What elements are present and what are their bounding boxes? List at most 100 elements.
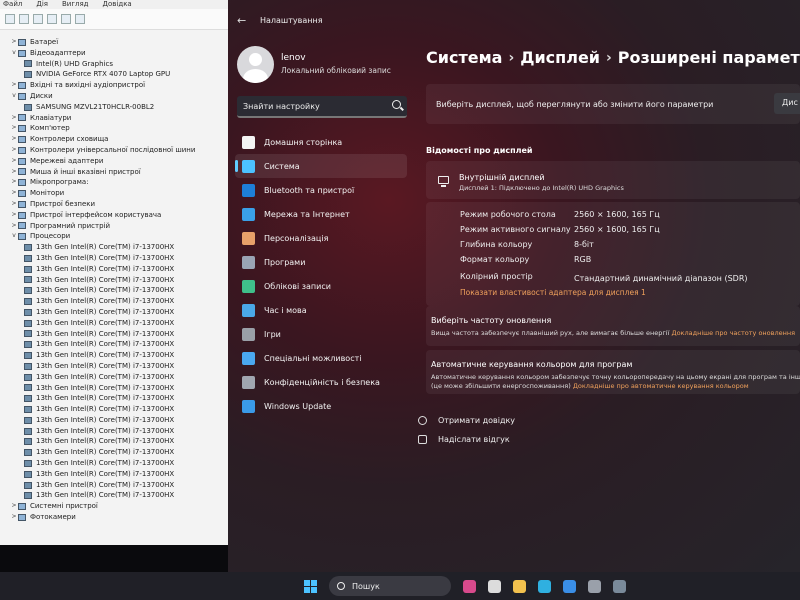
settings-icon[interactable] xyxy=(588,579,601,593)
properties-icon[interactable] xyxy=(33,14,43,24)
collapsed-chevron-icon[interactable]: > xyxy=(10,177,18,188)
device-category[interactable]: > Вхідні та вихідні аудіопристрої xyxy=(0,80,232,91)
nav-item[interactable]: Windows Update xyxy=(235,394,407,418)
feedback-link[interactable]: Надіслати відгук xyxy=(418,435,510,444)
collapsed-chevron-icon[interactable]: > xyxy=(10,80,18,91)
device-category[interactable]: v Процесори xyxy=(0,231,232,242)
device-item[interactable]: SAMSUNG MZVL21T0HCLR-00BL2 xyxy=(0,102,232,113)
device-item[interactable]: 13th Gen Intel(R) Core(TM) i7-13700HX xyxy=(0,447,232,458)
device-item[interactable]: 13th Gen Intel(R) Core(TM) i7-13700HX xyxy=(0,393,232,404)
device-item[interactable]: 13th Gen Intel(R) Core(TM) i7-13700HX xyxy=(0,339,232,350)
nav-item[interactable]: Час і мова xyxy=(235,298,407,322)
nav-item[interactable]: Мережа та Інтернет xyxy=(235,202,407,226)
device-category[interactable]: > Контролери сховища xyxy=(0,134,232,145)
menu-file[interactable]: Файл xyxy=(3,0,22,9)
expanded-chevron-icon[interactable]: v xyxy=(10,231,18,242)
collapsed-chevron-icon[interactable]: > xyxy=(10,221,18,232)
collapsed-chevron-icon[interactable]: > xyxy=(10,156,18,167)
device-item[interactable]: 13th Gen Intel(R) Core(TM) i7-13700HX xyxy=(0,285,232,296)
scan-hardware-icon[interactable] xyxy=(75,14,85,24)
breadcrumb-display[interactable]: Дисплей xyxy=(520,48,600,67)
pen-icon[interactable] xyxy=(463,579,476,593)
edge-icon[interactable] xyxy=(538,579,551,593)
device-category[interactable]: > Фотокамери xyxy=(0,512,232,523)
device-item[interactable]: 13th Gen Intel(R) Core(TM) i7-13700HX xyxy=(0,490,232,501)
help-icon[interactable] xyxy=(47,14,57,24)
adapter-properties-link[interactable]: Показати властивості адаптера для диспле… xyxy=(460,288,646,297)
device-item[interactable]: 13th Gen Intel(R) Core(TM) i7-13700HX xyxy=(0,361,232,372)
menu-view[interactable]: Вигляд xyxy=(62,0,89,9)
update-driver-icon[interactable] xyxy=(61,14,71,24)
device-item[interactable]: 13th Gen Intel(R) Core(TM) i7-13700HX xyxy=(0,469,232,480)
taskbar-search[interactable]: Пошук xyxy=(329,576,451,596)
device-item[interactable]: 13th Gen Intel(R) Core(TM) i7-13700HX xyxy=(0,415,232,426)
nav-item[interactable]: Програми xyxy=(235,250,407,274)
expanded-chevron-icon[interactable]: v xyxy=(10,48,18,59)
nav-item[interactable]: Персоналізація xyxy=(235,226,407,250)
device-category[interactable]: > Програмний пристрій xyxy=(0,221,232,232)
back-icon[interactable] xyxy=(5,14,15,24)
windows-start-icon[interactable] xyxy=(304,579,317,593)
expanded-chevron-icon[interactable]: v xyxy=(10,91,18,102)
file-explorer-icon[interactable] xyxy=(513,579,526,593)
device-item[interactable]: 13th Gen Intel(R) Core(TM) i7-13700HX xyxy=(0,242,232,253)
device-category[interactable]: > Мережеві адаптери xyxy=(0,156,232,167)
refresh-rate-card[interactable]: Виберіть частоту оновлення Вища частота … xyxy=(426,306,800,346)
collapsed-chevron-icon[interactable]: > xyxy=(10,113,18,124)
collapsed-chevron-icon[interactable]: > xyxy=(10,37,18,48)
device-item[interactable]: 13th Gen Intel(R) Core(TM) i7-13700HX xyxy=(0,404,232,415)
nav-item[interactable]: Домашня сторінка xyxy=(235,130,407,154)
back-arrow-icon[interactable]: ← xyxy=(237,14,251,27)
collapsed-chevron-icon[interactable]: > xyxy=(10,188,18,199)
collapsed-chevron-icon[interactable]: > xyxy=(10,512,18,523)
task-view-icon[interactable] xyxy=(488,579,501,593)
device-item[interactable]: 13th Gen Intel(R) Core(TM) i7-13700HX xyxy=(0,426,232,437)
nav-item[interactable]: Облікові записи xyxy=(235,274,407,298)
device-category[interactable]: > Комп'ютер xyxy=(0,123,232,134)
breadcrumb-system[interactable]: Система xyxy=(426,48,502,67)
device-category[interactable]: > Миша й інші вказівні пристрої xyxy=(0,167,232,178)
device-category[interactable]: v Диски xyxy=(0,91,232,102)
device-manager-icon[interactable] xyxy=(613,579,626,593)
nav-item[interactable]: Система xyxy=(235,154,407,178)
device-category[interactable]: > Пристрої безпеки xyxy=(0,199,232,210)
device-item[interactable]: NVIDIA GeForce RTX 4070 Laptop GPU xyxy=(0,69,232,80)
menu-help[interactable]: Довідка xyxy=(103,0,132,9)
nav-item[interactable]: Ігри xyxy=(235,322,407,346)
display-dropdown[interactable]: Дис xyxy=(774,93,800,114)
device-category[interactable]: > Клавіатури xyxy=(0,113,232,124)
device-item[interactable]: 13th Gen Intel(R) Core(TM) i7-13700HX xyxy=(0,275,232,286)
device-item[interactable]: 13th Gen Intel(R) Core(TM) i7-13700HX xyxy=(0,350,232,361)
device-item[interactable]: 13th Gen Intel(R) Core(TM) i7-13700HX xyxy=(0,372,232,383)
device-item[interactable]: 13th Gen Intel(R) Core(TM) i7-13700HX xyxy=(0,296,232,307)
nav-item[interactable]: Конфіденційність і безпека xyxy=(235,370,407,394)
device-category[interactable]: v Відеоадаптери xyxy=(0,48,232,59)
collapsed-chevron-icon[interactable]: > xyxy=(10,123,18,134)
menu-action[interactable]: Дія xyxy=(36,0,48,9)
nav-item[interactable]: Bluetooth та пристрої xyxy=(235,178,407,202)
device-item[interactable]: 13th Gen Intel(R) Core(TM) i7-13700HX xyxy=(0,318,232,329)
collapsed-chevron-icon[interactable]: > xyxy=(10,167,18,178)
collapsed-chevron-icon[interactable]: > xyxy=(10,199,18,210)
collapsed-chevron-icon[interactable]: > xyxy=(10,501,18,512)
search-input[interactable] xyxy=(243,101,383,111)
device-category[interactable]: > Пристрої інтерфейсом користувача xyxy=(0,210,232,221)
device-item[interactable]: 13th Gen Intel(R) Core(TM) i7-13700HX xyxy=(0,253,232,264)
nav-item[interactable]: Спеціальні можливості xyxy=(235,346,407,370)
device-item[interactable]: 13th Gen Intel(R) Core(TM) i7-13700HX xyxy=(0,383,232,394)
collapsed-chevron-icon[interactable]: > xyxy=(10,134,18,145)
device-item[interactable]: 13th Gen Intel(R) Core(TM) i7-13700HX xyxy=(0,264,232,275)
device-item[interactable]: 13th Gen Intel(R) Core(TM) i7-13700HX xyxy=(0,307,232,318)
refresh-rate-link[interactable]: Докладніше про частоту оновлення xyxy=(671,329,795,337)
color-management-link[interactable]: Докладніше про автоматичне керування кол… xyxy=(573,382,749,390)
device-item[interactable]: 13th Gen Intel(R) Core(TM) i7-13700HX xyxy=(0,458,232,469)
device-item[interactable]: 13th Gen Intel(R) Core(TM) i7-13700HX xyxy=(0,329,232,340)
device-category[interactable]: > Батареї xyxy=(0,37,232,48)
device-category[interactable]: > Системні пристрої xyxy=(0,501,232,512)
user-profile[interactable]: lenov Локальний обліковий запис xyxy=(237,40,407,88)
device-category[interactable]: > Контролери універсальної послідовної ши… xyxy=(0,145,232,156)
collapsed-chevron-icon[interactable]: > xyxy=(10,145,18,156)
device-category[interactable]: > Монітори xyxy=(0,188,232,199)
device-category[interactable]: > Мікропрограма: xyxy=(0,177,232,188)
color-management-card[interactable]: Автоматичне керування кольором для прогр… xyxy=(426,350,800,394)
